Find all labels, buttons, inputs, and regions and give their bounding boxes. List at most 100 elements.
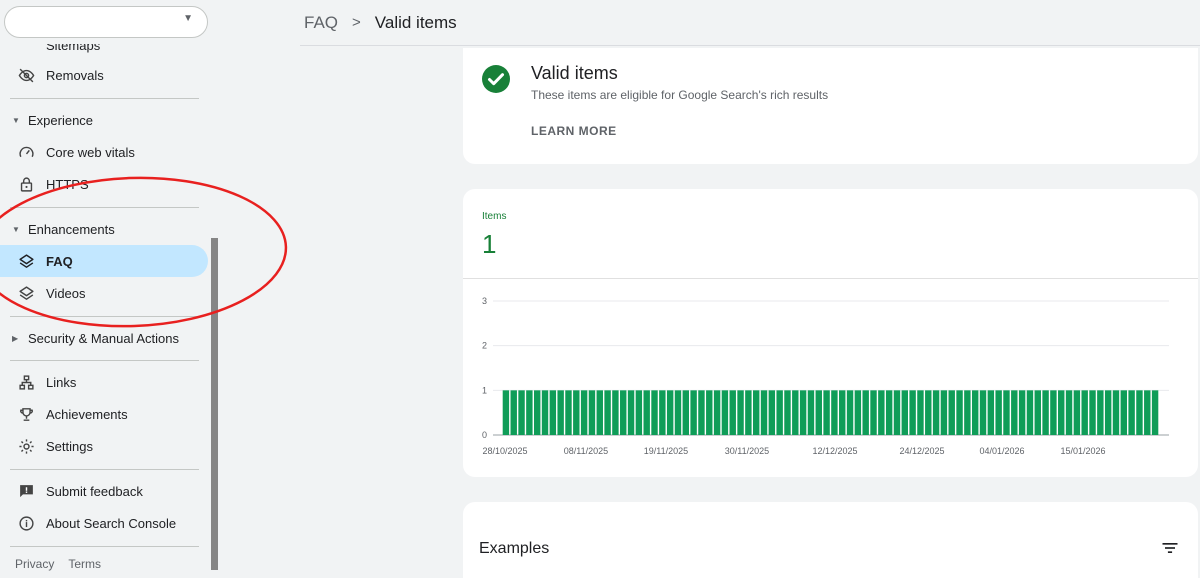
bar[interactable] bbox=[768, 390, 776, 435]
terms-link[interactable]: Terms bbox=[68, 557, 101, 571]
filter-icon[interactable] bbox=[1160, 538, 1180, 558]
property-selector[interactable]: ▼ bbox=[4, 6, 208, 38]
bar[interactable] bbox=[1011, 390, 1018, 435]
bar[interactable] bbox=[643, 390, 650, 435]
bar[interactable] bbox=[729, 390, 736, 435]
bar[interactable] bbox=[823, 390, 830, 435]
bar[interactable] bbox=[596, 390, 603, 435]
bar[interactable] bbox=[573, 390, 580, 435]
bar[interactable] bbox=[518, 390, 525, 435]
bar[interactable] bbox=[588, 390, 596, 435]
bar[interactable] bbox=[987, 390, 995, 435]
bar[interactable] bbox=[752, 390, 760, 435]
bar[interactable] bbox=[627, 390, 635, 435]
bar[interactable] bbox=[1073, 390, 1081, 435]
bar[interactable] bbox=[831, 390, 838, 435]
bar[interactable] bbox=[862, 390, 869, 435]
sidebar-item-submit-feedback[interactable]: Submit feedback bbox=[0, 475, 208, 507]
bar[interactable] bbox=[1042, 390, 1049, 435]
bar[interactable] bbox=[893, 390, 901, 435]
bar[interactable] bbox=[745, 390, 752, 435]
bar[interactable] bbox=[807, 390, 815, 435]
sidebar-scrollbar-thumb[interactable] bbox=[211, 238, 218, 570]
bar[interactable] bbox=[620, 390, 627, 435]
bar[interactable] bbox=[565, 390, 572, 435]
bar[interactable] bbox=[1065, 390, 1073, 435]
section-experience[interactable]: ▼ Experience bbox=[0, 106, 208, 134]
bar[interactable] bbox=[1034, 390, 1041, 435]
bar[interactable] bbox=[510, 390, 517, 435]
bar[interactable] bbox=[878, 390, 885, 435]
sidebar-item-achievements[interactable]: Achievements bbox=[0, 398, 208, 430]
bar[interactable] bbox=[1112, 390, 1120, 435]
bar[interactable] bbox=[580, 390, 588, 435]
bar[interactable] bbox=[776, 390, 783, 435]
bar[interactable] bbox=[956, 390, 963, 435]
bar[interactable] bbox=[557, 390, 564, 435]
bar[interactable] bbox=[854, 390, 862, 435]
bar[interactable] bbox=[846, 390, 854, 435]
bar[interactable] bbox=[1120, 390, 1128, 435]
privacy-link[interactable]: Privacy bbox=[15, 557, 54, 571]
bar[interactable] bbox=[690, 390, 697, 435]
bar[interactable] bbox=[1050, 390, 1057, 435]
bar[interactable] bbox=[932, 390, 940, 435]
sidebar-item-https[interactable]: HTTPS bbox=[0, 168, 208, 200]
bar[interactable] bbox=[549, 390, 557, 435]
bar[interactable] bbox=[502, 390, 510, 435]
bar[interactable] bbox=[635, 390, 643, 435]
bar[interactable] bbox=[541, 390, 549, 435]
bar[interactable] bbox=[815, 390, 822, 435]
bar[interactable] bbox=[995, 390, 1002, 435]
bar[interactable] bbox=[1089, 390, 1096, 435]
sidebar-item-faq[interactable]: FAQ bbox=[0, 245, 208, 277]
sidebar-item-removals[interactable]: Removals bbox=[0, 59, 208, 91]
section-security[interactable]: ▶ Security & Manual Actions bbox=[0, 324, 208, 352]
bar[interactable] bbox=[870, 390, 877, 435]
bar[interactable] bbox=[533, 390, 541, 435]
bar[interactable] bbox=[682, 390, 690, 435]
bar[interactable] bbox=[940, 390, 948, 435]
bar[interactable] bbox=[666, 390, 674, 435]
bar[interactable] bbox=[1128, 390, 1135, 435]
bar[interactable] bbox=[651, 390, 658, 435]
bar[interactable] bbox=[901, 390, 909, 435]
sidebar-item-core-web-vitals[interactable]: Core web vitals bbox=[0, 136, 208, 168]
bar[interactable] bbox=[792, 390, 799, 435]
sidebar-item-videos[interactable]: Videos bbox=[0, 277, 208, 309]
bar[interactable] bbox=[1104, 390, 1112, 435]
bar[interactable] bbox=[713, 390, 721, 435]
bar[interactable] bbox=[1136, 390, 1143, 435]
bar[interactable] bbox=[612, 390, 619, 435]
bar[interactable] bbox=[737, 390, 744, 435]
bar[interactable] bbox=[839, 390, 846, 435]
bar[interactable] bbox=[721, 390, 729, 435]
bar[interactable] bbox=[964, 390, 971, 435]
bar[interactable] bbox=[909, 390, 916, 435]
bar[interactable] bbox=[1151, 390, 1159, 435]
learn-more-button[interactable]: LEARN MORE bbox=[531, 124, 617, 138]
bar[interactable] bbox=[1058, 390, 1065, 435]
bar[interactable] bbox=[925, 390, 932, 435]
bar[interactable] bbox=[698, 390, 705, 435]
bar[interactable] bbox=[674, 390, 682, 435]
bar[interactable] bbox=[706, 390, 713, 435]
sidebar-item-about[interactable]: About Search Console bbox=[0, 507, 208, 539]
bar[interactable] bbox=[1026, 390, 1034, 435]
bar[interactable] bbox=[760, 390, 768, 435]
bar[interactable] bbox=[885, 390, 893, 435]
bar[interactable] bbox=[604, 390, 611, 435]
bar[interactable] bbox=[1003, 390, 1010, 435]
bar[interactable] bbox=[971, 390, 979, 435]
bar[interactable] bbox=[917, 390, 924, 435]
bar[interactable] bbox=[979, 390, 987, 435]
bar[interactable] bbox=[948, 390, 955, 435]
breadcrumb-faq[interactable]: FAQ bbox=[304, 13, 338, 33]
bar[interactable] bbox=[526, 390, 533, 435]
bar[interactable] bbox=[784, 390, 791, 435]
bar[interactable] bbox=[1097, 390, 1104, 435]
section-enhancements[interactable]: ▼ Enhancements bbox=[0, 215, 208, 243]
sidebar-item-links[interactable]: Links bbox=[0, 366, 208, 398]
bar[interactable] bbox=[1018, 390, 1026, 435]
bar[interactable] bbox=[659, 390, 666, 435]
